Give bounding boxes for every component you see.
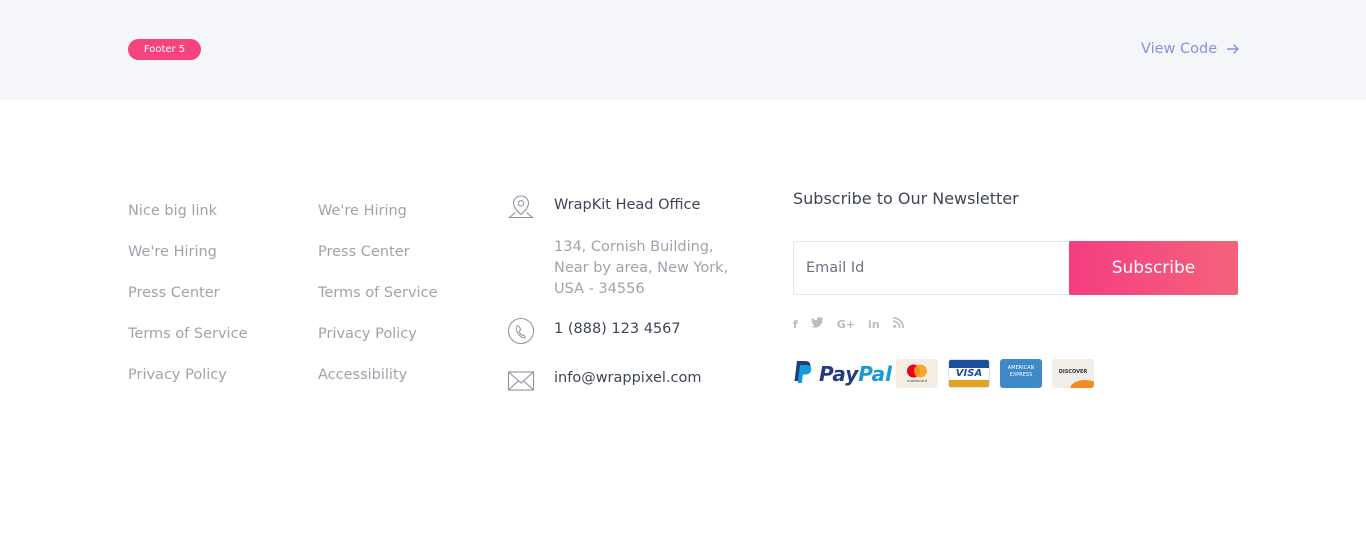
footer-link[interactable]: Accessibility <box>318 363 437 404</box>
demo-header-bar: Footer 5 View Code <box>0 0 1366 100</box>
mastercard-logo: mastercard <box>896 359 938 388</box>
footer-link[interactable]: We're Hiring <box>128 240 247 281</box>
map-pin-icon <box>507 193 535 221</box>
phone-icon <box>507 317 535 345</box>
newsletter-title: Subscribe to Our Newsletter <box>793 189 1019 208</box>
subscribe-button[interactable]: Subscribe <box>1069 241 1238 295</box>
paypal-icon <box>793 360 813 388</box>
visa-logo: VISA <box>948 359 990 388</box>
paypal-text: PayPal <box>819 361 893 386</box>
footer-badge: Footer 5 <box>128 39 201 60</box>
footer-links-column-2: We're Hiring Press Center Terms of Servi… <box>318 199 437 404</box>
email-address[interactable]: info@wrappixel.com <box>554 370 702 386</box>
footer-link[interactable]: Privacy Policy <box>318 322 437 363</box>
footer-link[interactable]: Press Center <box>128 281 247 322</box>
visa-text: VISA <box>955 368 983 379</box>
twitter-icon[interactable] <box>810 317 824 333</box>
discover-logo: DISCOVER <box>1052 359 1094 388</box>
footer-link[interactable]: We're Hiring <box>318 199 437 240</box>
linkedin-icon[interactable]: in <box>868 317 880 333</box>
mastercard-text: mastercard <box>907 379 927 383</box>
address-line: USA - 34556 <box>554 281 645 297</box>
office-address: 134, Cornish Building, Near by area, New… <box>554 237 754 300</box>
envelope-icon <box>507 366 535 394</box>
amex-text-top: AMERICAN <box>1007 365 1035 371</box>
footer-links-column-1: Nice big link We're Hiring Press Center … <box>128 199 247 404</box>
payment-methods: PayPal mastercard VISA AMERICAN EXPRESS … <box>793 359 1104 388</box>
footer-link[interactable]: Terms of Service <box>318 281 437 322</box>
arrow-right-icon <box>1226 42 1240 56</box>
address-line: 134, Cornish Building, <box>554 239 714 255</box>
phone-number[interactable]: 1 (888) 123 4567 <box>554 321 681 337</box>
footer-link[interactable]: Press Center <box>318 240 437 281</box>
social-links: f G+ in <box>793 317 917 333</box>
rss-icon[interactable] <box>892 317 904 333</box>
view-code-label: View Code <box>1141 41 1218 57</box>
google-plus-icon[interactable]: G+ <box>837 317 855 333</box>
view-code-link[interactable]: View Code <box>1141 38 1240 60</box>
footer-link[interactable]: Nice big link <box>128 199 247 240</box>
discover-text: DISCOVER <box>1058 369 1088 375</box>
footer-link[interactable]: Terms of Service <box>128 322 247 363</box>
office-title: WrapKit Head Office <box>554 197 701 213</box>
address-line: Near by area, New York, <box>554 260 729 276</box>
amex-text-bottom: EXPRESS <box>1009 372 1033 378</box>
footer-link[interactable]: Privacy Policy <box>128 363 247 404</box>
email-input[interactable] <box>793 241 1070 295</box>
amex-logo: AMERICAN EXPRESS <box>1000 359 1042 388</box>
paypal-logo: PayPal <box>793 360 896 388</box>
facebook-icon[interactable]: f <box>793 317 798 333</box>
